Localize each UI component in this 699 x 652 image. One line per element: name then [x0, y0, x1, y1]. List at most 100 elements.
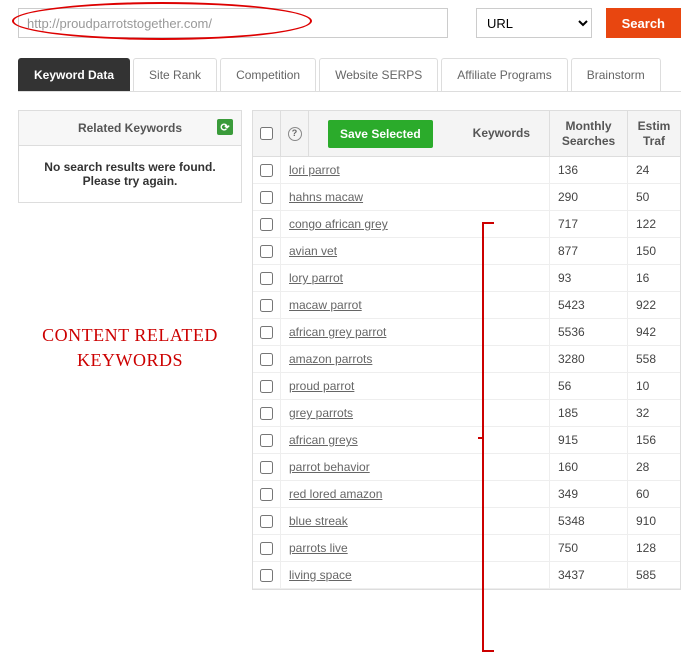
- tab-competition[interactable]: Competition: [220, 58, 316, 91]
- row-checkbox[interactable]: [260, 515, 273, 528]
- save-selected-button[interactable]: Save Selected: [328, 120, 433, 148]
- row-checkbox[interactable]: [260, 353, 273, 366]
- keyword-link[interactable]: lori parrot: [289, 163, 340, 177]
- keyword-link[interactable]: proud parrot: [289, 379, 354, 393]
- row-checkbox[interactable]: [260, 164, 273, 177]
- traffic-value: 128: [636, 541, 656, 555]
- keyword-link[interactable]: lory parrot: [289, 271, 343, 285]
- traffic-value: 50: [636, 190, 649, 204]
- traffic-value: 922: [636, 298, 656, 312]
- tab-affiliate-programs[interactable]: Affiliate Programs: [441, 58, 567, 91]
- row-checkbox[interactable]: [260, 218, 273, 231]
- row-checkbox[interactable]: [260, 542, 273, 555]
- table-row: red lored amazon 349 60: [253, 481, 680, 508]
- keyword-link[interactable]: african greys: [289, 433, 358, 447]
- tab-site-rank[interactable]: Site Rank: [133, 58, 217, 91]
- col-header-traffic: EstimTraf: [628, 111, 680, 156]
- traffic-value: 150: [636, 244, 656, 258]
- row-checkbox[interactable]: [260, 191, 273, 204]
- tab-brainstorm[interactable]: Brainstorm: [571, 58, 661, 91]
- table-row: avian vet 877 150: [253, 238, 680, 265]
- traffic-value: 122: [636, 217, 656, 231]
- search-button[interactable]: Search: [606, 8, 681, 38]
- table-row: congo african grey 717 122: [253, 211, 680, 238]
- row-checkbox[interactable]: [260, 272, 273, 285]
- keyword-link[interactable]: living space: [289, 568, 352, 582]
- row-checkbox[interactable]: [260, 461, 273, 474]
- keyword-link[interactable]: blue streak: [289, 514, 348, 528]
- row-checkbox[interactable]: [260, 245, 273, 258]
- monthly-value: 5423: [558, 298, 585, 312]
- col-header-monthly: MonthlySearches: [550, 111, 628, 156]
- related-keywords-panel: Related Keywords ⟳ No search results wer…: [18, 110, 242, 203]
- table-row: amazon parrots 3280 558: [253, 346, 680, 373]
- table-row: parrots live 750 128: [253, 535, 680, 562]
- traffic-value: 910: [636, 514, 656, 528]
- traffic-value: 942: [636, 325, 656, 339]
- traffic-value: 558: [636, 352, 656, 366]
- table-row: macaw parrot 5423 922: [253, 292, 680, 319]
- traffic-value: 585: [636, 568, 656, 582]
- monthly-value: 750: [558, 541, 578, 555]
- row-checkbox[interactable]: [260, 326, 273, 339]
- table-row: living space 3437 585: [253, 562, 680, 589]
- monthly-value: 349: [558, 487, 578, 501]
- monthly-value: 136: [558, 163, 578, 177]
- tab-website-serps[interactable]: Website SERPS: [319, 58, 438, 91]
- keyword-link[interactable]: african grey parrot: [289, 325, 386, 339]
- traffic-value: 16: [636, 271, 649, 285]
- monthly-value: 915: [558, 433, 578, 447]
- monthly-value: 3437: [558, 568, 585, 582]
- traffic-value: 10: [636, 379, 649, 393]
- annotation-text: CONTENT RELATED KEYWORDS: [18, 323, 242, 373]
- table-row: african grey parrot 5536 942: [253, 319, 680, 346]
- traffic-value: 32: [636, 406, 649, 420]
- keyword-link[interactable]: macaw parrot: [289, 298, 362, 312]
- keyword-link[interactable]: red lored amazon: [289, 487, 382, 501]
- monthly-value: 93: [558, 271, 571, 285]
- keyword-link[interactable]: parrots live: [289, 541, 348, 555]
- table-row: african greys 915 156: [253, 427, 680, 454]
- table-row: proud parrot5610: [253, 373, 680, 400]
- traffic-value: 156: [636, 433, 656, 447]
- help-icon[interactable]: ?: [288, 127, 302, 141]
- monthly-value: 185: [558, 406, 578, 420]
- table-row: grey parrots 185 32: [253, 400, 680, 427]
- keyword-link[interactable]: amazon parrots: [289, 352, 372, 366]
- row-checkbox[interactable]: [260, 569, 273, 582]
- keyword-link[interactable]: avian vet: [289, 244, 337, 258]
- monthly-value: 877: [558, 244, 578, 258]
- search-type-select[interactable]: URL: [476, 8, 592, 38]
- monthly-value: 3280: [558, 352, 585, 366]
- traffic-value: 28: [636, 460, 649, 474]
- keyword-link[interactable]: parrot behavior: [289, 460, 370, 474]
- monthly-value: 5348: [558, 514, 585, 528]
- tab-keyword-data[interactable]: Keyword Data: [18, 58, 130, 91]
- row-checkbox[interactable]: [260, 488, 273, 501]
- table-row: lory parrot 93 16: [253, 265, 680, 292]
- keyword-link[interactable]: congo african grey: [289, 217, 388, 231]
- traffic-value: 24: [636, 163, 649, 177]
- row-checkbox[interactable]: [260, 434, 273, 447]
- col-header-keywords: Keywords: [473, 126, 530, 140]
- select-all-checkbox[interactable]: [260, 127, 273, 140]
- monthly-value: 5536: [558, 325, 585, 339]
- table-row: hahns macaw 290 50: [253, 184, 680, 211]
- monthly-value: 717: [558, 217, 578, 231]
- no-results-text: No search results were found.: [29, 160, 231, 174]
- panel-title: Related Keywords: [78, 121, 182, 135]
- annotation-bracket: [482, 222, 494, 652]
- keyword-link[interactable]: grey parrots: [289, 406, 353, 420]
- monthly-value: 160: [558, 460, 578, 474]
- row-checkbox[interactable]: [260, 380, 273, 393]
- traffic-value: 60: [636, 487, 649, 501]
- monthly-value: 290: [558, 190, 578, 204]
- keyword-link[interactable]: hahns macaw: [289, 190, 363, 204]
- url-input[interactable]: [18, 8, 448, 38]
- row-checkbox[interactable]: [260, 299, 273, 312]
- row-checkbox[interactable]: [260, 407, 273, 420]
- table-row: lori parrot 136 24: [253, 157, 680, 184]
- keywords-table: ? Save Selected Keywords MonthlySearches…: [252, 110, 681, 590]
- table-row: blue streak 5348 910: [253, 508, 680, 535]
- refresh-icon[interactable]: ⟳: [217, 119, 233, 135]
